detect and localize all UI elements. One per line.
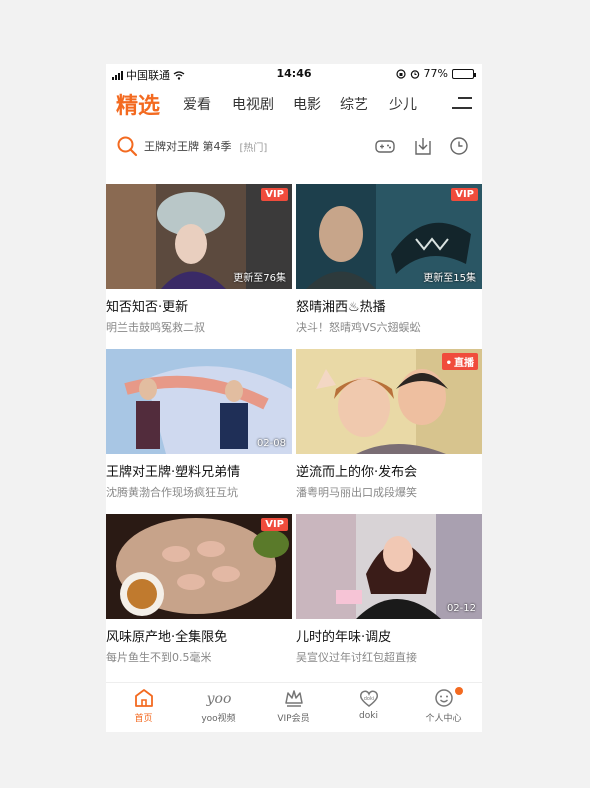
video-subtitle: 明兰击鼓鸣冤救二叔 <box>106 321 205 334</box>
video-title: 逆流而上的你·发布会 <box>296 465 418 480</box>
alarm-icon <box>410 69 419 79</box>
notification-dot <box>455 687 463 695</box>
video-title: 风味原产地·全集限免 <box>106 630 228 645</box>
tab-home[interactable]: 首页 <box>106 687 181 724</box>
tab-kids[interactable]: 少儿 <box>389 94 417 114</box>
tab-aikan[interactable]: 爱看 <box>183 94 211 114</box>
video-subtitle: 沈腾黄渤合作现场疯狂互坑 <box>106 486 238 499</box>
video-title: 知否知否·更新 <box>106 300 189 315</box>
video-card[interactable]: 02-08 王牌对王牌·塑料兄弟情 沈腾黄渤合作现场疯狂互坑 <box>106 349 292 500</box>
yoo-icon: yoo <box>205 691 231 707</box>
vip-badge: VIP <box>261 188 288 201</box>
video-card[interactable]: VIP 更新至15集 怒晴湘西♨热播 决斗！怒晴鸡VS六翅蜈蚣 <box>296 184 482 335</box>
video-card[interactable]: VIP 风味原产地·全集限免 每片鱼生不到0.5毫米 <box>106 514 292 665</box>
tab-vip[interactable]: VIP会员 <box>256 687 331 724</box>
search-hot-query: 王牌对王牌 第4季 <box>144 140 232 153</box>
status-bar: 中国联通 14:46 77% <box>106 64 482 84</box>
video-title: 王牌对王牌·塑料兄弟情 <box>106 465 241 480</box>
video-thumbnail: 直播 <box>296 349 482 454</box>
video-title: 儿时的年味·调皮 <box>296 630 392 645</box>
episode-info: 更新至15集 <box>423 273 476 284</box>
video-subtitle: 每片鱼生不到0.5毫米 <box>106 651 212 664</box>
tab-doki[interactable]: doki doki <box>331 687 406 721</box>
bottom-tab-bar: 首页 yoo yoo视频 VIP会员 doki doki 个人中心 <box>106 682 482 732</box>
history-clock-icon[interactable] <box>448 135 470 157</box>
game-controller-icon[interactable] <box>374 135 396 157</box>
search-hot-tag: [热门] <box>239 142 268 154</box>
orientation-lock-icon <box>395 68 406 79</box>
video-card[interactable]: VIP 更新至76集 知否知否·更新 明兰击鼓鸣冤救二叔 <box>106 184 292 335</box>
vip-crown-icon <box>284 690 303 707</box>
profile-face-icon <box>434 689 453 707</box>
vip-badge: VIP <box>451 188 478 201</box>
video-thumbnail: VIP 更新至76集 <box>106 184 292 289</box>
channel-menu-icon[interactable] <box>452 97 472 111</box>
home-icon <box>134 689 153 707</box>
tab-movies[interactable]: 电影 <box>293 94 321 114</box>
tab-label: doki <box>359 711 378 721</box>
tab-label: 首页 <box>134 714 153 724</box>
doki-heart-icon: doki <box>359 690 378 707</box>
search-row: 王牌对王牌 第4季 [热门] <box>106 130 482 164</box>
video-subtitle: 决斗！怒晴鸡VS六翅蜈蚣 <box>296 321 421 334</box>
doki-glyph: doki <box>363 696 374 702</box>
tab-yoo-video[interactable]: yoo yoo视频 <box>181 687 256 724</box>
tab-profile[interactable]: 个人中心 <box>406 687 481 724</box>
tab-featured[interactable]: 精选 <box>116 88 160 120</box>
live-badge: 直播 <box>441 353 478 370</box>
video-card[interactable]: 直播 逆流而上的你·发布会 潘粤明马丽出口成段爆笑 <box>296 349 482 500</box>
search-input[interactable]: 王牌对王牌 第4季 [热门] <box>116 132 366 160</box>
video-thumbnail: VIP <box>106 514 292 619</box>
vip-badge: VIP <box>261 518 288 531</box>
episode-info: 02-12 <box>446 603 476 614</box>
battery-percent: 77% <box>423 67 448 80</box>
tab-label: yoo视频 <box>201 714 236 724</box>
tab-label: VIP会员 <box>277 714 310 724</box>
channel-nav: 精选 爱看 电视剧 电影 综艺 少儿 <box>106 86 482 122</box>
tab-tv-series[interactable]: 电视剧 <box>232 94 274 114</box>
battery-icon <box>452 68 476 79</box>
tab-variety[interactable]: 综艺 <box>340 94 368 114</box>
video-card[interactable]: 02-12 儿时的年味·调皮 吴宣仪过年讨红包超直接 <box>296 514 482 665</box>
phone-screen: 中国联通 14:46 77% 精选 爱看 电视剧 电影 综艺 少儿 王牌对王牌 … <box>106 64 482 732</box>
video-title: 怒晴湘西♨热播 <box>296 300 386 315</box>
download-icon[interactable] <box>412 135 434 157</box>
episode-info: 更新至76集 <box>233 273 286 284</box>
video-thumbnail: VIP 更新至15集 <box>296 184 482 289</box>
video-subtitle: 吴宣仪过年讨红包超直接 <box>296 651 417 664</box>
video-thumbnail: 02-08 <box>106 349 292 454</box>
search-icon <box>117 136 138 157</box>
video-subtitle: 潘粤明马丽出口成段爆笑 <box>296 486 417 499</box>
episode-info: 02-08 <box>256 438 286 449</box>
tab-label: 个人中心 <box>425 714 462 724</box>
video-thumbnail: 02-12 <box>296 514 482 619</box>
yoo-glyph: yoo <box>205 691 231 707</box>
